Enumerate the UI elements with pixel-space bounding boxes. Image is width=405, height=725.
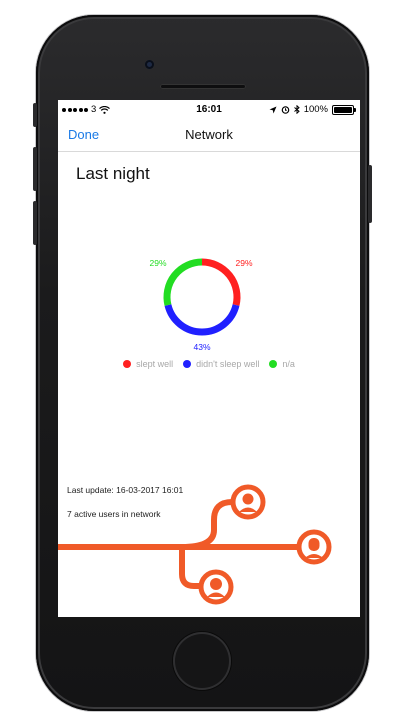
navigation-bar: Done Network: [58, 118, 360, 152]
earpiece-speaker: [160, 84, 246, 89]
user-avatar-icon[interactable]: [230, 484, 266, 520]
legend-item-na: n/a: [269, 359, 295, 369]
status-bar: 3 16:01 100%: [58, 100, 360, 118]
nav-title: Network: [185, 127, 233, 142]
legend-item-slept-well: slept well: [123, 359, 173, 369]
home-button[interactable]: [173, 632, 231, 690]
page-title: Last night: [76, 164, 150, 183]
app-screen: 3 16:01 100% Done Network Last night 29%…: [58, 100, 360, 617]
chart-legend: slept well didn't sleep well n/a: [58, 359, 360, 369]
user-avatar-icon[interactable]: [198, 569, 234, 605]
legend-dot-na: [269, 360, 278, 368]
sleep-donut-chart: 29% 43% 29%: [149, 258, 252, 352]
volume-up-button: [33, 147, 37, 191]
front-camera: [145, 60, 154, 69]
active-users-text: 7 active users in network: [67, 509, 161, 519]
user-avatar-icon[interactable]: [296, 529, 332, 565]
volume-down-button: [33, 201, 37, 245]
donut-slice-na: [163, 258, 203, 306]
legend-item-didnt-sleep-well: didn't sleep well: [183, 359, 259, 369]
legend-dot-didnt-sleep-well: [183, 360, 192, 368]
legend-dot-slept-well: [123, 360, 132, 368]
donut-slice-slept-well: [201, 258, 241, 306]
donut-label-slept-well: 29%: [235, 258, 252, 268]
legend-label-na: n/a: [282, 359, 295, 369]
network-branch-upper: [181, 499, 236, 550]
battery-percent: 100%: [303, 104, 328, 115]
silent-switch: [33, 103, 37, 127]
alarm-icon: [281, 106, 289, 114]
donut-slice-didnt-sleep-well: [164, 304, 240, 336]
bluetooth-icon: [293, 105, 300, 114]
power-button: [368, 165, 372, 223]
last-update-text: Last update: 16-03-2017 16:01: [67, 485, 184, 495]
battery-icon: [332, 104, 356, 115]
status-right: 100%: [269, 104, 356, 115]
location-icon: [269, 106, 277, 113]
donut-label-na: 29%: [149, 258, 166, 268]
legend-label-didnt-sleep-well: didn't sleep well: [196, 359, 260, 369]
donut-label-didnt-sleep-well: 43%: [193, 342, 210, 352]
legend-label-slept-well: slept well: [136, 359, 174, 369]
